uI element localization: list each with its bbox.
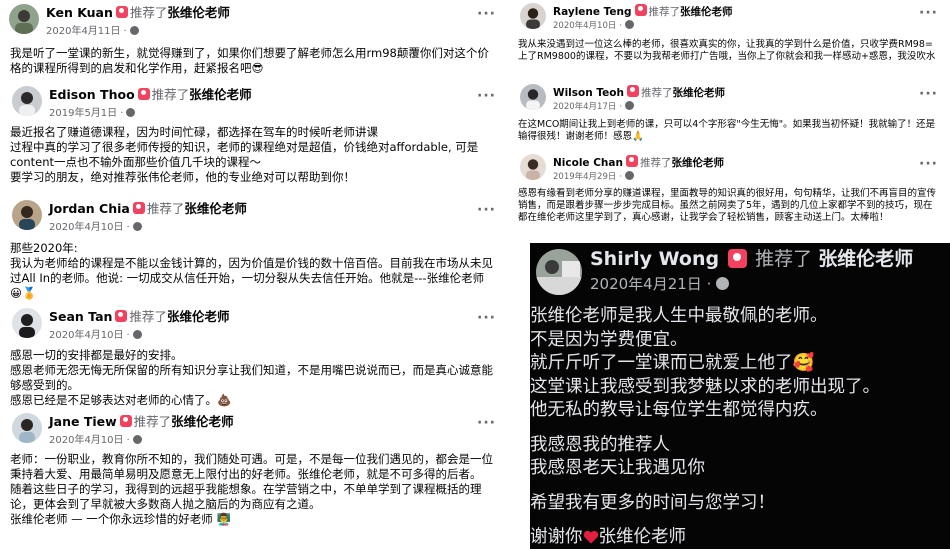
review-text: 老师：一份职业，教育你所不知的，我们随处可遇。可是，不是每一位我们遇见的，都会是… xyxy=(10,452,493,526)
thanks-line: 谢谢你 张维伦老师 xyxy=(530,527,686,547)
globe-icon xyxy=(625,20,635,29)
avatar[interactable] xyxy=(12,413,42,443)
post-date[interactable]: 2020年4月10日 xyxy=(49,330,124,341)
review-post: Jordan Chia 推荐了张维伦老师 2020年4月10日 · ··· 那些20… xyxy=(10,200,496,300)
post-date[interactable]: 2020年4月11日 xyxy=(46,26,121,37)
recommend-icon xyxy=(132,202,145,214)
globe-icon xyxy=(132,330,142,339)
post-date[interactable]: 2020年4月10日 xyxy=(49,435,124,446)
recommended-page-link[interactable]: 张维伦老师 xyxy=(184,201,247,216)
globe-icon xyxy=(129,26,139,35)
more-options-icon[interactable]: ··· xyxy=(919,156,938,172)
review-text: 那些2020年: 我认为老师给的课程是不能以金钱计算的，因为价值是价钱的数十倍百… xyxy=(10,241,493,300)
recommend-label: 推荐了 xyxy=(755,248,813,270)
recommended-page-link[interactable]: 张维伦老师 xyxy=(171,414,234,429)
recommended-page-link[interactable]: 张维伦老师 xyxy=(818,248,913,270)
recommend-icon xyxy=(115,6,128,18)
avatar[interactable] xyxy=(9,4,39,34)
review-text: 感恩有缘看到老师分享的赚道课程，里面教导的知识真的很好用，句句精华，让我们不再盲… xyxy=(518,188,937,223)
recommend-label: 推荐了 xyxy=(639,157,672,169)
recommended-page-link[interactable]: 张维伦老师 xyxy=(680,6,733,18)
post-date[interactable]: 2020年4月10日 xyxy=(553,21,616,31)
reviewer-name[interactable]: Wilson Teoh xyxy=(553,87,624,99)
review-post: Raylene Teng 推荐了张维伦老师 2020年4月10日 · ··· 我从来… xyxy=(512,3,950,81)
review-text: 感恩一切的安排都是最好的安排。 感恩老师无怨无悔无所保留的所有知识分享让我们知道… xyxy=(10,348,493,407)
recommend-label: 推荐了 xyxy=(648,6,681,18)
recommend-label: 推荐了 xyxy=(640,87,673,99)
recommend-label: 推荐了 xyxy=(146,201,185,216)
avatar[interactable] xyxy=(12,86,42,116)
recommend-icon xyxy=(625,155,638,167)
recommend-label: 推荐了 xyxy=(133,414,172,429)
recommend-icon xyxy=(728,249,748,268)
review-post: Edison Thoo 推荐了张维伦老师 2019年5月1日 · ··· 最近报名了… xyxy=(10,86,496,184)
more-options-icon[interactable]: ··· xyxy=(477,88,496,104)
recommend-label: 推荐了 xyxy=(129,309,167,324)
avatar[interactable] xyxy=(536,249,582,295)
avatar[interactable] xyxy=(12,200,42,230)
recommended-page-link[interactable]: 张维伦老师 xyxy=(671,157,724,169)
more-options-icon[interactable]: ··· xyxy=(477,310,496,326)
recommended-page-link[interactable]: 张维伦老师 xyxy=(167,5,230,20)
post-date[interactable]: 2020年4月17日 xyxy=(553,102,616,112)
left-reviews-column: Ken Kuan 推荐了张维伦老师 2020年4月11日 · ··· 我是听了一堂课… xyxy=(0,0,508,549)
reviewer-name[interactable]: Edison Thoo xyxy=(49,87,135,102)
post-date[interactable]: 2020年4月21日 xyxy=(590,275,702,293)
more-options-icon[interactable]: ··· xyxy=(919,5,938,21)
review-text: 我从来没遇到过一位这么棒的老师，很喜欢真实的你，让我真的学到什么是价值，只收学费… xyxy=(518,39,936,62)
post-date[interactable]: 2019年5月1日 xyxy=(49,108,117,119)
recommend-label: 推荐了 xyxy=(151,87,190,102)
recommended-page-link[interactable]: 张维伦老师 xyxy=(672,87,725,99)
recommend-icon xyxy=(634,4,647,16)
featured-review-card: Shirly Wong 推荐了 张维伦老师 2020年4月21日 · 张维伦老师… xyxy=(530,243,950,549)
review-text: 在这MCO期间让我上到老师的课，只可以4个字形容"今生无悔"。如果我当初怀疑！我… xyxy=(518,119,936,142)
review-text: 我是听了一堂课的新生，就觉得赚到了，如果你们想要了解老师怎么用rm98颠覆你们对… xyxy=(10,46,489,75)
more-options-icon[interactable]: ··· xyxy=(919,86,938,102)
post-date[interactable]: 2019年4月29日 xyxy=(553,172,616,182)
recommend-label: 推荐了 xyxy=(129,5,168,20)
more-options-icon[interactable]: ··· xyxy=(477,6,496,22)
heart-icon xyxy=(583,530,598,544)
globe-icon xyxy=(625,171,635,180)
avatar[interactable] xyxy=(520,154,546,180)
avatar[interactable] xyxy=(520,3,546,29)
recommend-icon xyxy=(115,310,128,322)
friends-icon xyxy=(126,108,136,117)
reviewer-name[interactable]: Nicole Chan xyxy=(553,157,623,169)
post-date[interactable]: 2020年4月10日 xyxy=(49,222,124,233)
recommend-icon xyxy=(137,88,150,100)
reviewer-name[interactable]: Jane Tiew xyxy=(49,414,117,429)
recommended-page-link[interactable]: 张维伦老师 xyxy=(189,87,252,102)
avatar[interactable] xyxy=(520,84,546,110)
recommended-page-link[interactable]: 张维伦老师 xyxy=(167,309,230,324)
recommend-icon xyxy=(119,415,132,427)
review-text: 张维伦老师是我人生中最敬佩的老师。 不是因为学费便宜。 就斤斤听了一堂课而已就爱… xyxy=(530,305,950,549)
review-post: Jane Tiew 推荐了张维伦老师 2020年4月10日 · ··· 老师：一份职… xyxy=(10,413,496,526)
globe-icon xyxy=(132,222,142,231)
recommend-icon xyxy=(626,85,639,97)
review-post: Sean Tan 推荐了张维伦老师 2020年4月10日 · ··· 感恩一切的安排… xyxy=(10,308,496,407)
more-options-icon[interactable]: ··· xyxy=(477,415,496,431)
review-post: Wilson Teoh 推荐了张维伦老师 2020年4月17日 · ··· 在这MC… xyxy=(512,84,950,152)
avatar[interactable] xyxy=(12,308,42,338)
reviewer-name[interactable]: Jordan Chia xyxy=(49,201,130,216)
reviewer-name[interactable]: Sean Tan xyxy=(49,309,112,324)
review-post: Nicole Chan 推荐了张维伦老师 2019年4月29日 · ··· 感恩有缘… xyxy=(512,154,950,240)
review-post: Ken Kuan 推荐了张维伦老师 2020年4月11日 · ··· 我是听了一堂课… xyxy=(9,4,496,75)
reviewer-name[interactable]: Raylene Teng xyxy=(553,6,632,18)
globe-icon xyxy=(132,435,142,444)
review-text: 最近报名了赚道德课程，因为时间忙碌，都选择在驾车的时候听老师讲课 过程中真的学习… xyxy=(10,125,479,184)
reviewer-name[interactable]: Ken Kuan xyxy=(46,5,113,20)
reviewer-name[interactable]: Shirly Wong xyxy=(590,248,719,270)
globe-icon xyxy=(716,277,730,290)
more-options-icon[interactable]: ··· xyxy=(477,202,496,218)
globe-icon xyxy=(625,101,635,110)
